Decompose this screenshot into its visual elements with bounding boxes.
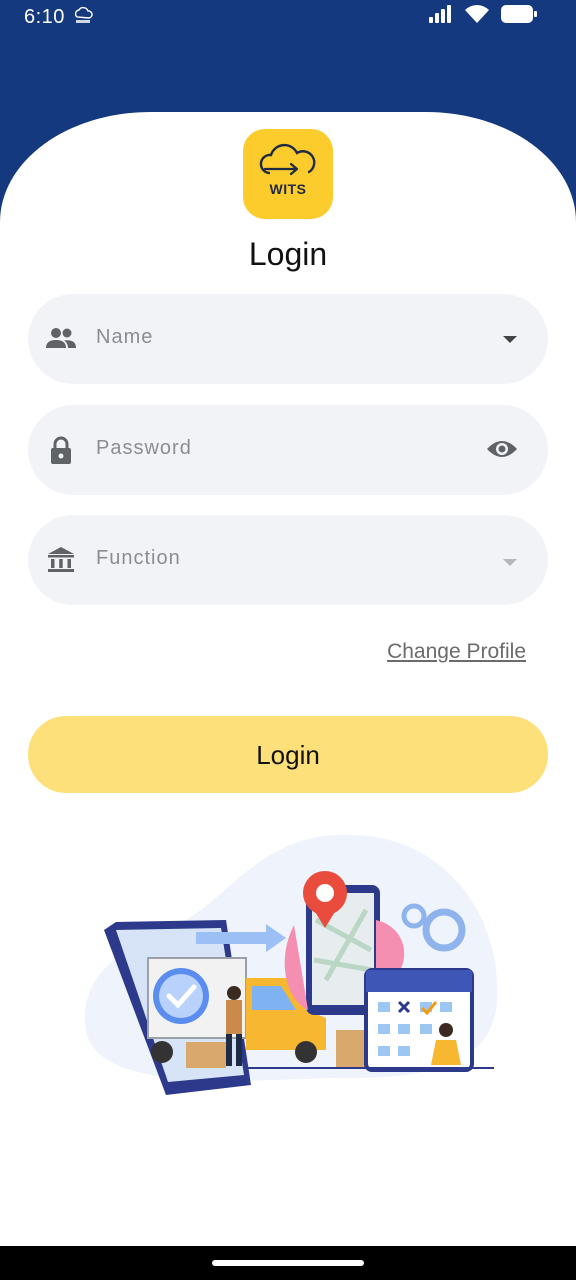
wits-cloud-icon: [72, 6, 94, 26]
status-bar: 6:10: [0, 0, 576, 36]
login-button[interactable]: Login: [28, 716, 548, 793]
delivery-illustration: [84, 834, 498, 1095]
status-time: 6:10: [24, 6, 65, 28]
password-field[interactable]: Password: [28, 405, 548, 495]
bank-icon: [45, 544, 77, 576]
change-profile-link[interactable]: Change Profile: [387, 640, 526, 664]
function-dropdown-arrow-icon[interactable]: [502, 555, 518, 573]
function-field[interactable]: Function: [28, 515, 548, 605]
function-placeholder: Function: [96, 547, 181, 569]
lock-icon: [45, 434, 77, 466]
wifi-icon: [464, 4, 490, 30]
eye-icon[interactable]: [486, 438, 518, 465]
name-placeholder: Name: [96, 326, 154, 348]
logo-text: WITS: [269, 181, 307, 197]
app-logo: WITS: [243, 129, 333, 219]
signal-icon: [428, 4, 454, 30]
password-placeholder: Password: [96, 437, 192, 459]
page-title: Login: [248, 236, 328, 272]
people-icon: [45, 323, 77, 355]
system-nav-bar: [0, 1246, 576, 1280]
name-field[interactable]: Name: [28, 294, 548, 384]
battery-icon: [500, 4, 538, 30]
name-dropdown-arrow-icon[interactable]: [502, 332, 518, 350]
home-gesture-handle[interactable]: [212, 1260, 364, 1266]
